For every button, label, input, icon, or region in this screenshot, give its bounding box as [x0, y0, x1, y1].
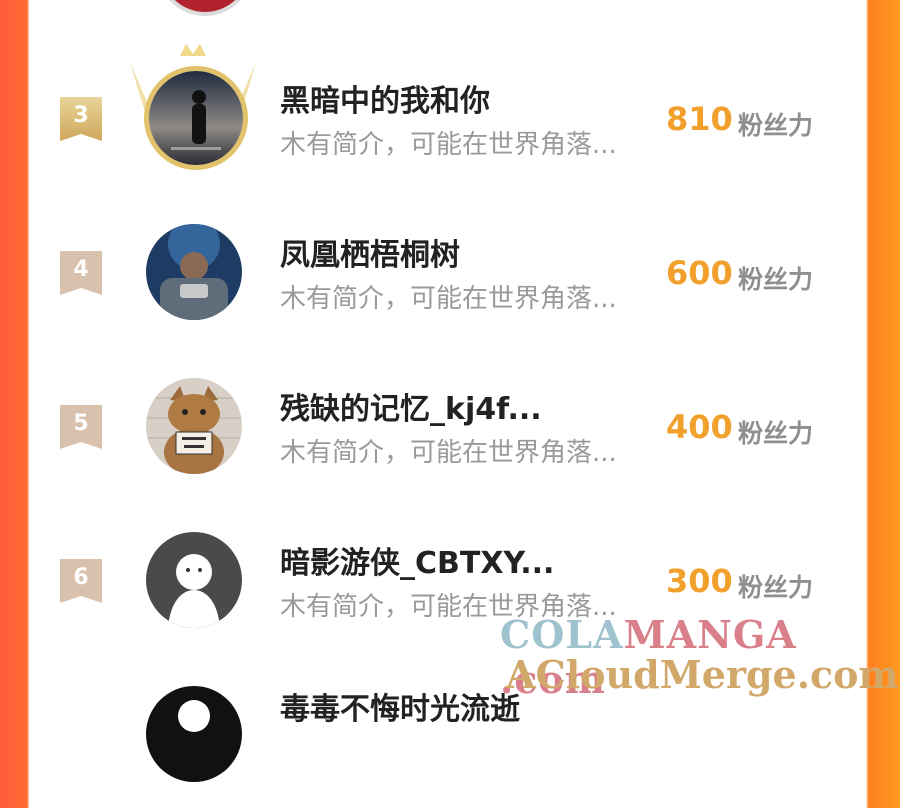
fan-score: 600 [666, 254, 733, 292]
user-bio: 木有简介，可能在世界角落... [280, 130, 617, 160]
rank-badge: 5 [60, 405, 102, 449]
fan-score-unit: 粉丝力 [738, 419, 814, 448]
previous-row-avatar[interactable] [157, 0, 253, 16]
fan-score: 400 [666, 408, 733, 446]
dark-figure-avatar-icon [149, 71, 243, 165]
fan-score-unit: 粉丝力 [738, 573, 814, 602]
user-name[interactable]: 黑暗中的我和你 [280, 76, 640, 120]
fan-score: 300 [666, 562, 733, 600]
user-avatar[interactable] [146, 686, 242, 782]
space-soldier-avatar-icon [146, 224, 242, 320]
user-name[interactable]: 暗影游侠_CBTXY... [280, 538, 640, 582]
rank-badge: 6 [60, 559, 102, 603]
fan-score: 810 [666, 100, 733, 138]
watermark-part: MANGA [623, 612, 797, 657]
user-avatar[interactable] [146, 224, 242, 320]
user-avatar[interactable] [144, 66, 248, 170]
default-user-avatar-icon [146, 532, 242, 628]
cat-avatar-icon [146, 378, 242, 474]
user-name[interactable]: 残缺的记忆_kj4f... [280, 384, 640, 428]
rank-badge: 4 [60, 251, 102, 295]
user-avatar[interactable] [146, 532, 242, 628]
watermark-domain: ACloudMerge.com [506, 652, 899, 697]
ranking-row-4[interactable]: 4 凤凰栖梧桐树 木有简介，可能在世界角落... 600 粉丝力 [30, 216, 866, 346]
fan-score-unit: 粉丝力 [738, 265, 814, 294]
watermark-part: COLA [500, 612, 624, 657]
user-bio: 木有简介，可能在世界角落... [280, 284, 617, 314]
ranking-row-5[interactable]: 5 残缺的记忆_kj4f... 木有简介，可能在世界角落... 400 粉丝力 [30, 370, 866, 500]
rank-badge: 3 [60, 97, 102, 141]
user-name[interactable]: 凤凰栖梧桐树 [280, 230, 640, 274]
user-avatar[interactable] [146, 378, 242, 474]
ranking-row-3[interactable]: 3 黑暗中的我和你 木有简介，可能在世界角落... 810 粉丝力 [30, 44, 866, 192]
fan-score-unit: 粉丝力 [738, 111, 814, 140]
ranking-panel: 3 黑暗中的我和你 木有简介，可能在世界角落... 810 粉丝力 4 凤凰栖梧… [30, 0, 866, 782]
default-user-avatar-icon [146, 686, 242, 782]
user-bio: 木有简介，可能在世界角落... [280, 438, 617, 468]
